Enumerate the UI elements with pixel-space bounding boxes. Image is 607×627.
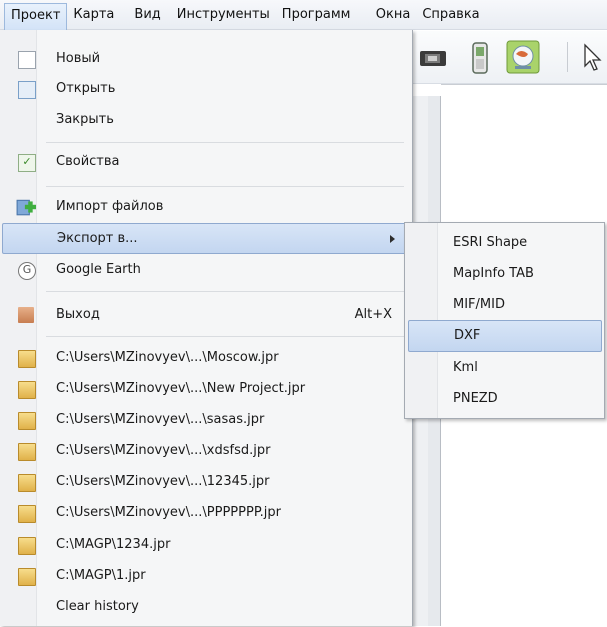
submenu-item-label: DXF (454, 328, 481, 343)
menu-project[interactable]: Проект (4, 3, 68, 30)
export-pnezd[interactable]: PNEZD (408, 384, 602, 414)
menu-item-label: Google Earth (56, 262, 141, 277)
submenu-item-label: PNEZD (453, 391, 498, 406)
recent-project-label: C:\Users\MZinovyev\...\PPPPPPP.jpr (56, 505, 281, 520)
menu-item-new[interactable]: Новый (2, 44, 408, 74)
menu-item-open[interactable]: Открыть (2, 74, 408, 104)
recent-project-label: C:\Users\MZinovyev\...\New Project.jpr (56, 381, 306, 396)
menu-programs[interactable]: Программ (276, 3, 370, 27)
pointer-icon[interactable] (580, 42, 607, 72)
menu-item-properties[interactable]: ✓ Свойства (2, 147, 408, 177)
menu-separator (46, 142, 404, 143)
menu-windows[interactable]: Окна (370, 3, 417, 27)
recent-project-label: C:\Users\MZinovyev\...\12345.jpr (56, 474, 270, 489)
export-mif-mid[interactable]: MIF/MID (408, 290, 602, 320)
menu-item-label: Открыть (56, 81, 116, 96)
submenu-arrow-icon (390, 235, 395, 243)
menu-help[interactable]: Справка (416, 3, 485, 27)
exit-icon (18, 307, 34, 323)
menu-item-close[interactable]: Закрыть (2, 105, 408, 135)
open-icon (18, 81, 36, 99)
recent-project-item[interactable]: C:\Users\MZinovyev\...\Moscow.jpr (2, 343, 408, 373)
export-dxf[interactable]: DXF (408, 320, 602, 352)
menu-map[interactable]: Карта (67, 3, 120, 27)
export-esri-shape[interactable]: ESRI Shape (408, 228, 602, 258)
menu-item-label: Новый (56, 51, 101, 66)
project-file-icon (18, 350, 36, 368)
menu-item-exit[interactable]: Выход Alt+X (2, 300, 408, 330)
project-file-icon (18, 381, 36, 399)
toolbar-separator (567, 42, 568, 72)
menu-item-label: Свойства (56, 154, 120, 169)
submenu-item-label: MapInfo TAB (453, 266, 534, 281)
menu-separator (46, 336, 404, 337)
menu-item-label: Закрыть (56, 112, 114, 127)
properties-icon: ✓ (18, 154, 36, 172)
recent-project-item[interactable]: C:\Users\MZinovyev\...\PPPPPPP.jpr (2, 498, 408, 528)
export-kml[interactable]: Kml (408, 353, 602, 383)
recent-project-label: C:\Users\MZinovyev\...\xdsfsd.jpr (56, 443, 271, 458)
shortcut-label: Alt+X (354, 307, 392, 322)
recent-project-item[interactable]: C:\MAGP\1.jpr (2, 561, 408, 591)
recent-project-label: C:\Users\MZinovyev\...\sasas.jpr (56, 412, 265, 427)
project-file-icon (18, 474, 36, 492)
project-file-icon (18, 537, 36, 555)
menu-bar: Проект Карта Вид Инструменты Программ Ок… (0, 0, 607, 30)
submenu-item-label: ESRI Shape (453, 235, 528, 250)
export-submenu: ESRI Shape MapInfo TAB MIF/MID DXF Kml P… (404, 222, 605, 419)
project-file-icon (18, 505, 36, 523)
menu-item-clear-history[interactable]: Clear history (2, 592, 408, 622)
recent-project-label: C:\Users\MZinovyev\...\Moscow.jpr (56, 350, 279, 365)
google-earth-icon: G (18, 262, 36, 280)
menu-item-label: Выход (56, 307, 100, 322)
menu-separator (46, 186, 404, 187)
recent-project-item[interactable]: C:\MAGP\1234.jpr (2, 530, 408, 560)
menu-separator (46, 291, 404, 292)
menu-item-label: Экспорт в... (57, 231, 138, 246)
project-menu: Новый Открыть Закрыть ✓ Свойства Импорт … (0, 30, 413, 626)
submenu-item-label: Kml (453, 360, 478, 375)
menu-tools[interactable]: Инструменты (167, 3, 276, 27)
recent-project-item[interactable]: C:\Users\MZinovyev\...\sasas.jpr (2, 405, 408, 435)
import-icon (16, 199, 36, 216)
recent-project-label: C:\MAGP\1234.jpr (56, 537, 171, 552)
menu-item-google-earth[interactable]: G Google Earth (2, 255, 408, 285)
menu-view[interactable]: Вид (120, 3, 166, 27)
project-file-icon (18, 568, 36, 586)
recent-project-item[interactable]: C:\Users\MZinovyev\...\xdsfsd.jpr (2, 436, 408, 466)
project-file-icon (18, 412, 36, 430)
recent-project-item[interactable]: C:\Users\MZinovyev\...\12345.jpr (2, 467, 408, 497)
menu-item-label: Импорт файлов (56, 199, 164, 214)
recent-project-item[interactable]: C:\Users\MZinovyev\...\New Project.jpr (2, 374, 408, 404)
new-document-icon (18, 51, 36, 69)
menu-item-export[interactable]: Экспорт в... (2, 223, 408, 254)
globe-icon[interactable] (506, 40, 540, 74)
project-file-icon (18, 443, 36, 461)
submenu-item-label: MIF/MID (453, 297, 505, 312)
recent-project-label: C:\MAGP\1.jpr (56, 568, 146, 583)
menu-item-import[interactable]: Импорт файлов (2, 192, 408, 222)
menu-item-label: Clear history (56, 599, 139, 614)
export-mapinfo-tab[interactable]: MapInfo TAB (408, 259, 602, 289)
gps-device-icon[interactable] (419, 47, 447, 69)
handheld-gps-icon[interactable] (471, 41, 489, 75)
